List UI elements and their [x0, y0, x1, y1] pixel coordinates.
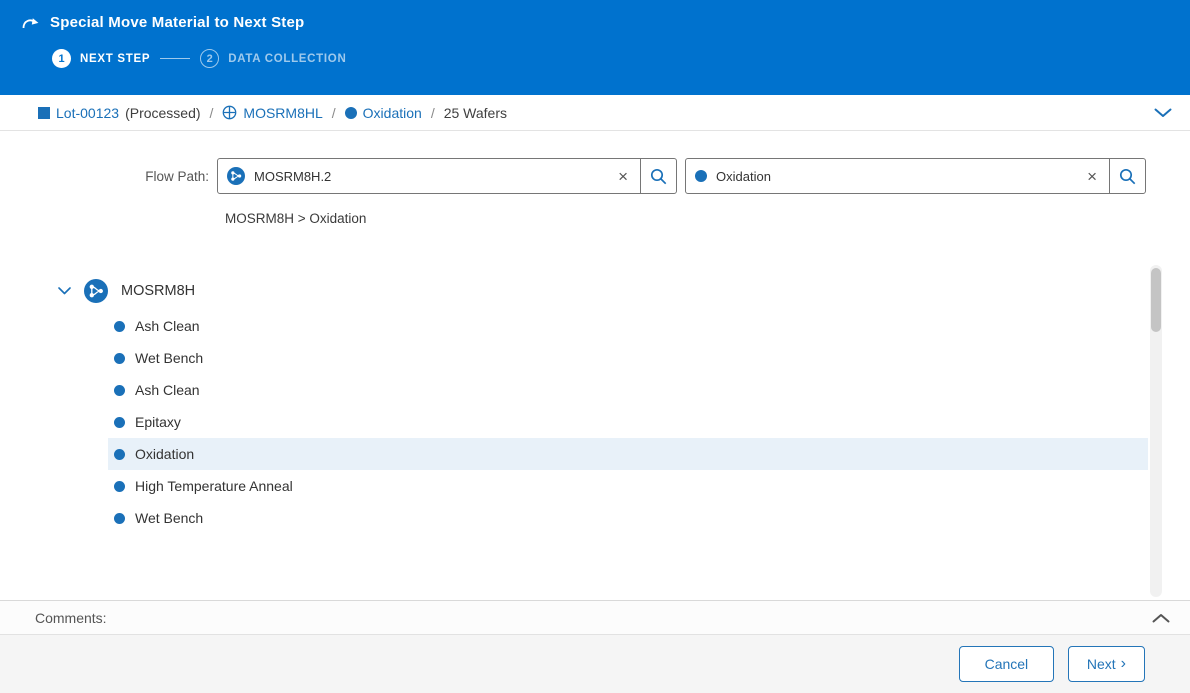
- tree-item-step[interactable]: Ash Clean: [108, 374, 1148, 406]
- step-dot-icon: [114, 449, 125, 460]
- flow-path-row: Flow Path: × ×: [0, 131, 1190, 194]
- breadcrumb-separator: /: [210, 105, 214, 121]
- tree-root-node[interactable]: MOSRM8H: [0, 272, 1190, 310]
- selected-path-display: MOSRM8H > Oxidation: [225, 211, 1190, 226]
- step-dot-icon: [114, 417, 125, 428]
- flow-path-label: Flow Path:: [0, 169, 217, 184]
- tree-item-step[interactable]: Wet Bench: [108, 342, 1148, 374]
- step-dot-icon: [114, 481, 125, 492]
- flow-badge-icon: [227, 167, 245, 185]
- step-2-label: DATA COLLECTION: [228, 53, 346, 65]
- step-search-field[interactable]: ×: [685, 158, 1110, 194]
- step-dot-icon: [114, 513, 125, 524]
- tree-item-label: Wet Bench: [135, 510, 203, 526]
- top-bar: Special Move Material to Next Step 1 NEX…: [0, 0, 1190, 95]
- lot-status: (Processed): [125, 105, 200, 121]
- breadcrumb-separator: /: [332, 105, 336, 121]
- title-bar: Special Move Material to Next Step: [0, 0, 1190, 37]
- tree-item-step[interactable]: Oxidation: [108, 438, 1148, 470]
- step-next-step[interactable]: 1 NEXT STEP: [52, 49, 150, 68]
- flow-search-field[interactable]: ×: [217, 158, 641, 194]
- step-dot-icon: [345, 107, 357, 119]
- scrollbar-thumb[interactable]: [1151, 268, 1161, 332]
- tree-item-step[interactable]: Wet Bench: [108, 502, 1148, 534]
- tree-item-step[interactable]: Ash Clean: [108, 310, 1148, 342]
- step-connector: [160, 58, 190, 59]
- breadcrumb-flow-link[interactable]: MOSRM8HL: [243, 105, 322, 121]
- comments-label: Comments:: [35, 610, 107, 626]
- tree-item-label: Ash Clean: [135, 382, 200, 398]
- step-search-button[interactable]: [1109, 158, 1146, 194]
- wafer-count: 25 Wafers: [444, 105, 507, 121]
- comments-section: Comments:: [0, 600, 1190, 634]
- chevron-down-icon[interactable]: [58, 287, 71, 295]
- tree-root-label: MOSRM8H: [121, 283, 195, 299]
- step-search-input[interactable]: [716, 169, 1075, 184]
- cancel-button[interactable]: Cancel: [959, 646, 1054, 682]
- tree-item-label: Oxidation: [135, 446, 194, 462]
- tree-item-step[interactable]: High Temperature Anneal: [108, 470, 1148, 502]
- lot-icon: [38, 107, 50, 119]
- breadcrumb-collapse-toggle[interactable]: [1154, 108, 1172, 118]
- step-dot-icon: [114, 321, 125, 332]
- clear-flow-icon[interactable]: ×: [615, 168, 631, 185]
- flow-search-group: ×: [217, 158, 677, 194]
- page-title: Special Move Material to Next Step: [50, 14, 304, 31]
- footer-action-bar: Cancel Next ›: [0, 634, 1190, 693]
- step-2-circle: 2: [200, 49, 219, 68]
- breadcrumb-step-link[interactable]: Oxidation: [363, 105, 422, 121]
- wizard-stepper: 1 NEXT STEP 2 DATA COLLECTION: [0, 37, 1190, 68]
- comments-collapse-toggle[interactable]: [1152, 613, 1170, 623]
- move-arrow-icon: [22, 16, 39, 29]
- next-button-label: Next: [1087, 656, 1116, 672]
- tree-item-label: High Temperature Anneal: [135, 478, 293, 494]
- step-dot-icon: [695, 170, 707, 182]
- breadcrumb-lot-link[interactable]: Lot-00123: [56, 105, 119, 121]
- step-dot-icon: [114, 353, 125, 364]
- step-data-collection[interactable]: 2 DATA COLLECTION: [200, 49, 346, 68]
- step-1-circle: 1: [52, 49, 71, 68]
- search-icon: [1119, 168, 1136, 185]
- step-search-group: ×: [685, 158, 1146, 194]
- chevron-up-icon: [1152, 613, 1170, 623]
- tree-item-step[interactable]: Epitaxy: [108, 406, 1148, 438]
- tree-item-label: Ash Clean: [135, 318, 200, 334]
- main-content: Flow Path: × × MOSRM8H > O: [0, 131, 1190, 600]
- step-dot-icon: [114, 385, 125, 396]
- step-1-label: NEXT STEP: [80, 53, 150, 65]
- tree-item-label: Epitaxy: [135, 414, 181, 430]
- next-button[interactable]: Next ›: [1068, 646, 1145, 682]
- flow-badge-icon: [84, 279, 108, 303]
- flow-icon: [222, 105, 237, 120]
- breadcrumb-separator: /: [431, 105, 435, 121]
- chevron-right-icon: ›: [1121, 656, 1126, 672]
- clear-step-icon[interactable]: ×: [1084, 168, 1100, 185]
- chevron-down-icon: [1154, 108, 1172, 118]
- search-icon: [650, 168, 667, 185]
- vertical-scrollbar[interactable]: [1150, 265, 1162, 597]
- tree-children: Ash Clean Wet Bench Ash Clean Epitaxy Ox…: [0, 310, 1190, 534]
- tree-item-label: Wet Bench: [135, 350, 203, 366]
- breadcrumb: Lot-00123 (Processed) / MOSRM8HL / Oxida…: [0, 95, 1190, 131]
- flow-search-input[interactable]: [254, 169, 606, 184]
- flow-step-tree: MOSRM8H Ash Clean Wet Bench Ash Clean Ep…: [0, 272, 1190, 534]
- flow-search-button[interactable]: [640, 158, 677, 194]
